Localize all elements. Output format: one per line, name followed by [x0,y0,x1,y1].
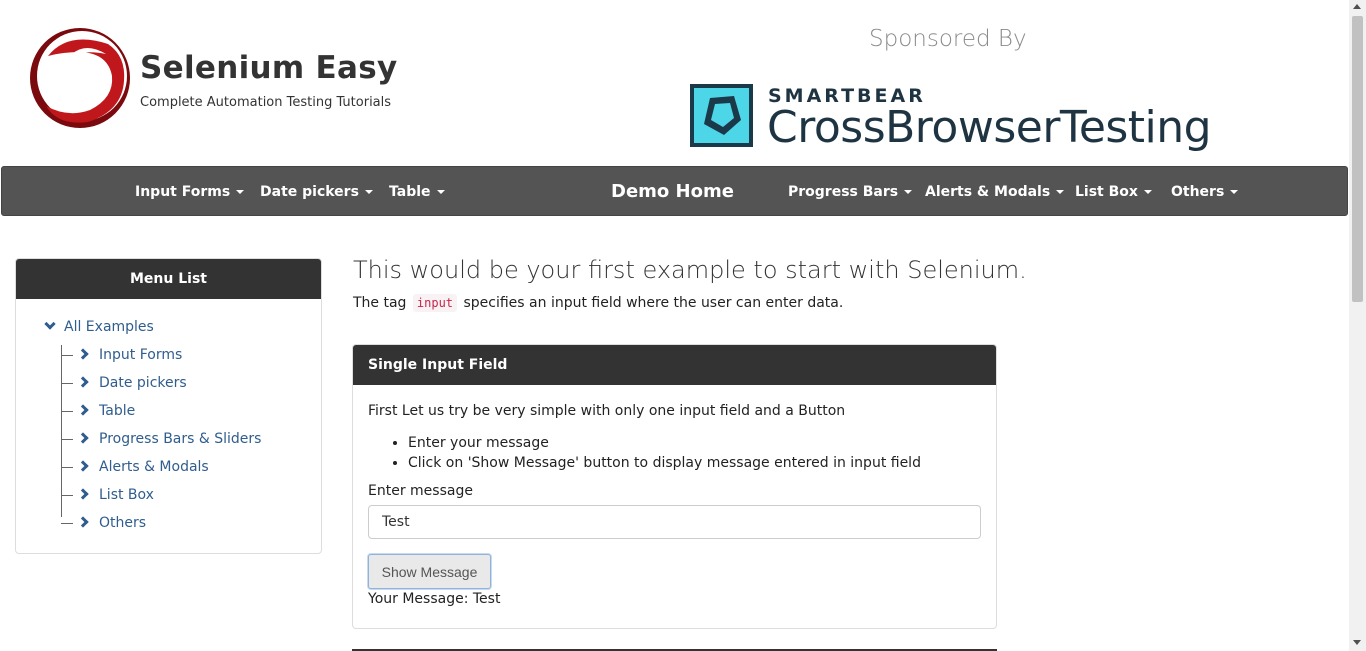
menu-list-panel: Menu List All Examples Input Forms Date … [15,258,322,554]
nav-label: Input Forms [135,184,231,200]
nav-label: Alerts & Modals [925,184,1051,200]
sidebar-item-date-pickers[interactable]: Date pickers [61,375,187,391]
sidebar-item-label: Others [99,515,147,531]
nav-alerts-modals[interactable]: Alerts & Modals [925,167,1065,217]
tree-branch [61,522,73,524]
nav-label: Date pickers [260,184,359,200]
tree-branch [61,410,73,412]
sidebar-item-progress-bars[interactable]: Progress Bars & Sliders [61,431,261,447]
result-label: Your Message: [368,591,469,607]
tree-branch [61,438,73,440]
menu-list-title: Menu List [16,259,321,299]
sidebar-item-label: Table [99,403,136,419]
crossbrowsertesting-label[interactable]: CrossBrowserTesting [767,102,1212,153]
caret-down-icon [904,190,913,194]
tree-root-all-examples[interactable]: All Examples [44,318,154,335]
nav-progress-bars[interactable]: Progress Bars [788,167,913,217]
scroll-down-icon[interactable] [1353,640,1361,645]
chevron-right-icon [77,348,89,360]
nav-date-pickers[interactable]: Date pickers [260,167,373,217]
enter-message-label: Enter message [368,483,473,499]
tree-root-label: All Examples [64,319,154,335]
instruction-list: Enter your message Click on 'Show Messag… [408,433,921,473]
nav-label: Others [1171,184,1225,200]
scroll-up-icon[interactable] [1353,4,1361,9]
page-title: This would be your first example to star… [353,256,1027,284]
your-message-output: Your Message: Test [368,591,500,607]
page-scrollbar[interactable] [1349,0,1366,651]
sidebar-item-others[interactable]: Others [61,515,146,531]
desc-text-after: specifies an input field where the user … [463,295,844,311]
sidebar-item-alerts-modals[interactable]: Alerts & Modals [61,459,209,475]
input-code-tag: input [412,294,458,312]
nav-label: List Box [1075,184,1138,200]
desc-text-before: The tag [353,295,407,311]
nav-input-forms[interactable]: Input Forms [135,167,245,217]
brand-title[interactable]: Selenium Easy [140,50,398,86]
sidebar-item-input-forms[interactable]: Input Forms [61,347,182,363]
show-message-button[interactable]: Show Message [368,554,491,589]
page-description: The tag input specifies an input field w… [353,294,844,312]
tree-branch [61,382,73,384]
single-input-panel: Single Input Field First Let us try be v… [352,344,997,629]
tree-branch [61,466,73,468]
chevron-down-icon [44,318,56,330]
chevron-right-icon [77,432,89,444]
nav-demo-home[interactable]: Demo Home [611,167,734,217]
nav-list-box[interactable]: List Box [1075,167,1152,217]
nav-label: Progress Bars [788,184,899,200]
chevron-right-icon [77,404,89,416]
sidebar-item-label: Progress Bars & Sliders [99,431,262,447]
caret-down-icon [364,190,373,194]
caret-down-icon [436,190,445,194]
caret-down-icon [1143,190,1152,194]
main-navbar: Input Forms Date pickers Table Demo Home… [1,166,1348,216]
nav-label: Table [389,184,431,200]
panel-intro: First Let us try be very simple with onl… [368,403,846,419]
brand-subtitle: Complete Automation Testing Tutorials [140,95,392,110]
result-value: Test [472,591,501,607]
caret-down-icon [1230,190,1239,194]
scroll-thumb[interactable] [1352,16,1363,302]
nav-others[interactable]: Others [1171,167,1239,217]
tree-branch [61,494,73,496]
list-item: Enter your message [408,433,921,453]
chevron-right-icon [77,460,89,472]
chevron-right-icon [77,516,89,528]
panel-title: Single Input Field [353,345,996,385]
sidebar-item-label: Date pickers [99,375,187,391]
sponsored-by-label: Sponsored By [869,26,1027,52]
chevron-right-icon [77,488,89,500]
caret-down-icon [1056,190,1065,194]
caret-down-icon [236,190,245,194]
sidebar-item-table[interactable]: Table [61,403,135,419]
sidebar-item-label: Input Forms [99,347,183,363]
tree-branch [61,354,73,356]
sidebar-item-label: Alerts & Modals [99,459,209,475]
list-item: Click on 'Show Message' button to displa… [408,453,921,473]
selenium-easy-logo-icon[interactable] [28,26,132,130]
nav-table[interactable]: Table [389,167,445,217]
chevron-right-icon [77,376,89,388]
message-input[interactable] [368,505,981,539]
sidebar-item-list-box[interactable]: List Box [61,487,154,503]
crossbrowsertesting-logo-icon[interactable] [690,84,753,147]
sidebar-item-label: List Box [99,487,154,503]
